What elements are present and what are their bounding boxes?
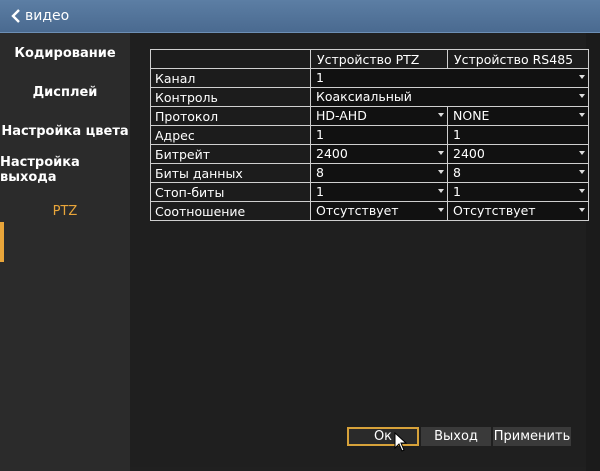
row-label: Биты данных [150,163,311,183]
sidebar-item-color[interactable]: Настройка цвета [0,113,130,149]
row-label: Соотношение [150,201,311,221]
row-address: Адрес 1 1 [150,125,589,145]
control-select[interactable]: Коаксиальный [310,87,589,107]
row-label: Адрес [150,125,311,145]
rs485-databits-select[interactable]: 8 [447,163,589,183]
row-control: Контроль Коаксиальный [150,87,589,107]
ptz-stopbits-select[interactable]: 1 [310,182,448,202]
rs485-baudrate-value: 2400 [453,146,485,161]
ptz-databits-select[interactable]: 8 [310,163,448,183]
rs485-parity-value: Отсутствует [453,203,536,218]
column-header-rs485: Устройство RS485 [447,49,589,69]
sidebar-item-ptz[interactable]: PTZ [0,193,130,229]
dropdown-arrow-icon [438,151,444,155]
ptz-protocol-select[interactable]: HD-AHD [310,106,448,126]
sidebar: Кодирование Дисплей Настройка цвета Наст… [0,33,130,471]
column-header-ptz: Устройство PTZ [310,49,448,69]
channel-select[interactable]: 1 [310,68,589,88]
row-channel: Канал 1 [150,68,589,88]
ptz-settings-window: видео Кодирование Дисплей Настройка цвет… [0,0,600,471]
row-protocol: Протокол HD-AHD NONE [150,106,589,126]
header-empty [150,49,311,69]
exit-button[interactable]: Выход [421,427,491,446]
row-baudrate: Битрейт 2400 2400 [150,144,589,164]
ptz-settings-table: Устройство PTZ Устройство RS485 Канал 1 … [150,49,589,221]
sidebar-item-display[interactable]: Дисплей [0,74,130,110]
ptz-address-value: 1 [316,127,324,142]
rs485-stopbits-value: 1 [453,184,461,199]
ptz-databits-value: 8 [316,165,324,180]
rs485-stopbits-select[interactable]: 1 [447,182,589,202]
row-databits: Биты данных 8 8 [150,163,589,183]
dropdown-arrow-icon [579,208,585,212]
row-label: Контроль [150,87,311,107]
control-value: Коаксиальный [316,89,412,104]
row-label: Протокол [150,106,311,126]
dropdown-arrow-icon [579,189,585,193]
sidebar-item-encoding[interactable]: Кодирование [0,35,130,71]
title-bar: видео [0,0,600,33]
rs485-parity-select[interactable]: Отсутствует [447,201,589,221]
ptz-baudrate-value: 2400 [316,146,348,161]
ptz-protocol-value: HD-AHD [316,108,367,123]
ptz-stopbits-value: 1 [316,184,324,199]
row-stopbits: Стоп-биты 1 1 [150,182,589,202]
ptz-parity-value: Отсутствует [316,203,399,218]
rs485-databits-value: 8 [453,165,461,180]
ptz-address-input[interactable]: 1 [310,125,448,145]
ptz-baudrate-select[interactable]: 2400 [310,144,448,164]
rs485-protocol-value: NONE [453,108,490,123]
row-label: Битрейт [150,144,311,164]
dropdown-arrow-icon [438,170,444,174]
back-button[interactable]: видео [10,5,69,27]
dropdown-arrow-icon [579,151,585,155]
dropdown-arrow-icon [579,170,585,174]
ok-button[interactable]: Ок [347,427,419,446]
back-label: видео [25,8,70,24]
rs485-baudrate-select[interactable]: 2400 [447,144,589,164]
row-parity: Соотношение Отсутствует Отсутствует [150,201,589,221]
dropdown-arrow-icon [579,94,585,98]
rs485-address-value: 1 [453,127,461,142]
rs485-protocol-select[interactable]: NONE [447,106,589,126]
mouse-cursor-icon [394,432,408,452]
channel-value: 1 [316,70,324,85]
apply-button[interactable]: Применить [493,427,571,446]
table-header-row: Устройство PTZ Устройство RS485 [150,49,589,69]
dropdown-arrow-icon [438,113,444,117]
row-label: Стоп-биты [150,182,311,202]
rs485-address-input[interactable]: 1 [447,125,589,145]
ptz-parity-select[interactable]: Отсутствует [310,201,448,221]
dropdown-arrow-icon [438,189,444,193]
dropdown-arrow-icon [438,208,444,212]
dropdown-arrow-icon [579,113,585,117]
dropdown-arrow-icon [579,75,585,79]
row-label: Канал [150,68,311,88]
sidebar-item-output[interactable]: Настройка выхода [0,152,130,188]
chevron-left-icon [11,9,20,23]
